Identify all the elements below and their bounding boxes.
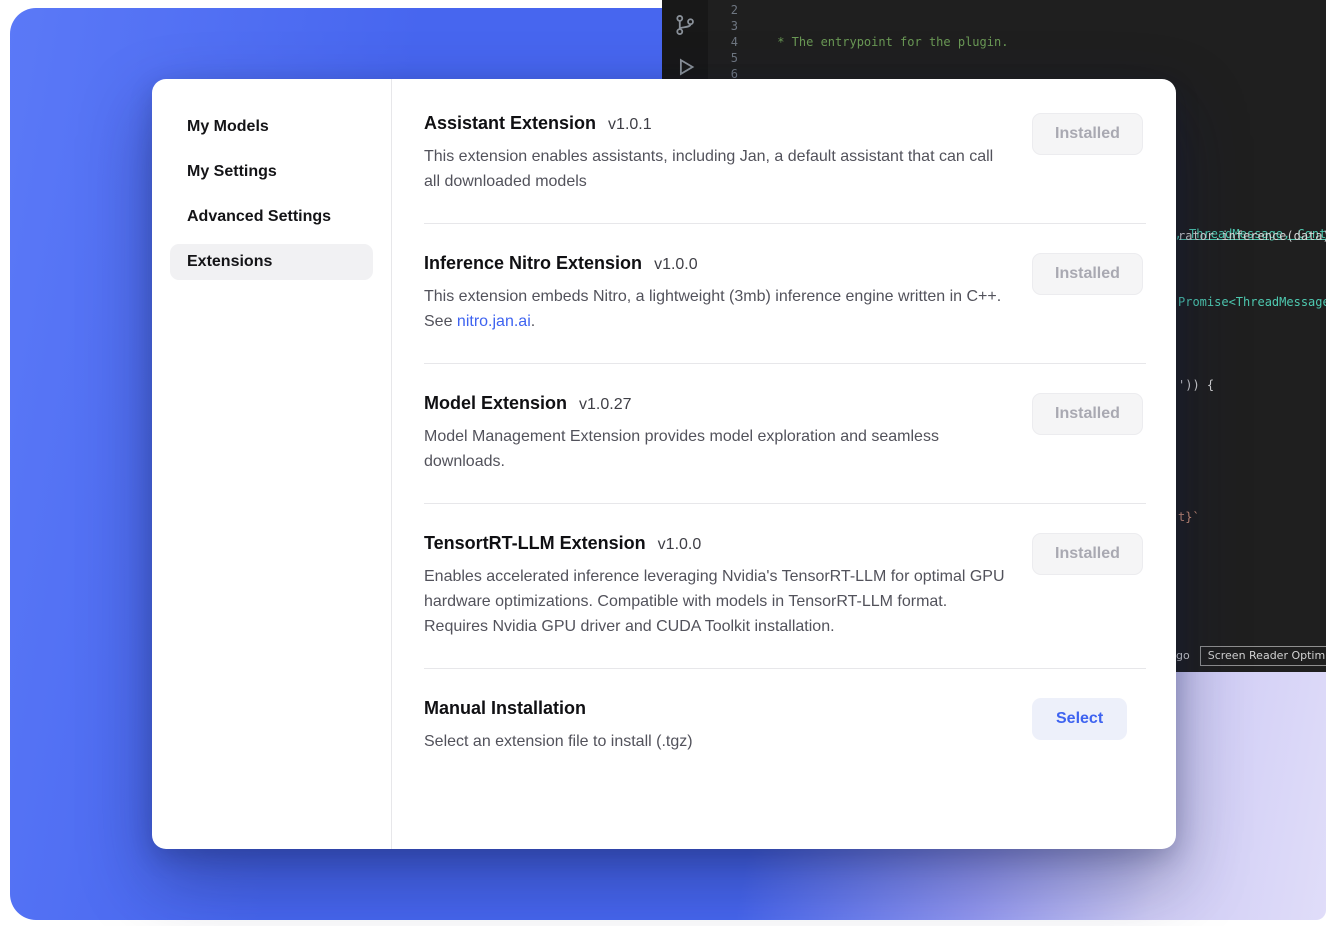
installed-button[interactable]: Installed [1032,253,1143,295]
installed-button[interactable]: Installed [1032,533,1143,575]
sidebar-item-label: My Models [187,118,269,135]
manual-installation-description: Select an extension file to install (.tg… [424,729,1008,754]
screen-reader-badge: Screen Reader Optimize [1200,646,1326,666]
line-number: 4 [702,34,738,50]
sidebar-item-my-settings[interactable]: My Settings [170,154,373,190]
extension-name: Model Extension [424,393,567,414]
status-text: go [1176,648,1190,664]
line-number: 3 [702,18,738,34]
manual-installation-row: Manual Installation Select an extension … [424,669,1146,783]
extension-row-nitro: Inference Nitro Extension v1.0.0 This ex… [424,224,1146,363]
extensions-panel: Assistant Extension v1.0.1 This extensio… [392,79,1176,849]
select-file-button[interactable]: Select [1032,698,1127,740]
extension-name: TensortRT-LLM Extension [424,533,646,554]
extension-name: Assistant Extension [424,113,596,134]
settings-modal: My Models My Settings Advanced Settings … [152,79,1176,849]
extension-description: This extension enables assistants, inclu… [424,144,1008,194]
installed-button[interactable]: Installed [1032,113,1143,155]
extension-version: v1.0.0 [654,256,698,274]
extension-version: v1.0.0 [658,536,702,554]
sidebar-item-label: Extensions [187,253,272,270]
editor-status-bar: go Screen Reader Optimize [1176,646,1326,666]
extension-description: Enables accelerated inference leveraging… [424,564,1008,639]
extension-row-model: Model Extension v1.0.27 Model Management… [424,364,1146,503]
line-number: 2 [702,2,738,18]
extension-row-tensorrt: TensortRT-LLM Extension v1.0.0 Enables a… [424,504,1146,668]
sidebar-item-advanced-settings[interactable]: Advanced Settings [170,199,373,235]
source-control-icon[interactable] [674,14,696,36]
extension-name: Inference Nitro Extension [424,253,642,274]
extension-version: v1.0.27 [579,396,631,414]
installed-button[interactable]: Installed [1032,393,1143,435]
sidebar-item-my-models[interactable]: My Models [170,109,373,145]
extension-description: Model Management Extension provides mode… [424,424,1008,474]
line-number: 5 [702,50,738,66]
code-fragment: rator.inference(data)); [1178,228,1326,244]
manual-installation-title: Manual Installation [424,698,586,719]
run-debug-icon[interactable] [674,56,696,78]
code-fragment: t}` [1178,509,1200,525]
app-window: 2 3 4 5 6 * The entrypoint for the plugi… [0,0,1326,926]
extension-row-assistant: Assistant Extension v1.0.1 This extensio… [424,111,1146,223]
sidebar-item-label: My Settings [187,163,277,180]
settings-sidebar: My Models My Settings Advanced Settings … [152,79,392,849]
sidebar-item-label: Advanced Settings [187,208,331,225]
code-line: * The entrypoint for the plugin. [770,34,1326,50]
code-fragment: Promise<ThreadMessage> [1178,294,1326,310]
nitro-jan-ai-link[interactable]: nitro.jan.ai [457,313,531,330]
extension-description: This extension embeds Nitro, a lightweig… [424,284,1008,334]
extension-version: v1.0.1 [608,116,652,134]
line-numbers: 2 3 4 5 6 [702,2,738,82]
sidebar-item-extensions[interactable]: Extensions [170,244,373,280]
code-fragment: ')) { [1178,377,1214,393]
